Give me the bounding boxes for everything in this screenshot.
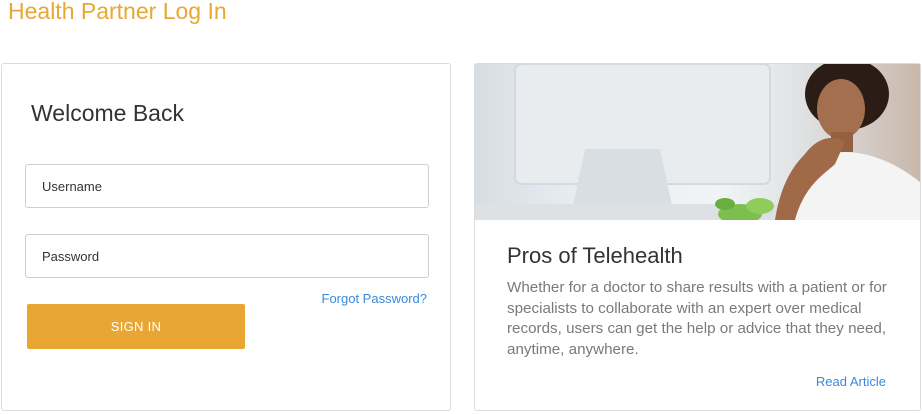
- article-hero-image: [475, 64, 920, 220]
- article-card: Pros of Telehealth Whether for a doctor …: [474, 63, 921, 411]
- sign-in-button[interactable]: SIGN IN: [27, 304, 245, 349]
- page-title: Health Partner Log In: [8, 0, 227, 24]
- username-input[interactable]: [25, 164, 429, 208]
- welcome-heading: Welcome Back: [31, 100, 184, 126]
- hero-illustration: [475, 64, 920, 220]
- read-article-link[interactable]: Read Article: [816, 374, 886, 389]
- password-input[interactable]: [25, 234, 429, 278]
- forgot-password-link[interactable]: Forgot Password?: [322, 291, 428, 306]
- article-body: Whether for a doctor to share results wi…: [507, 279, 887, 358]
- article-title: Pros of Telehealth: [507, 243, 683, 268]
- login-card: Welcome Back Forgot Password? SIGN IN: [1, 63, 451, 411]
